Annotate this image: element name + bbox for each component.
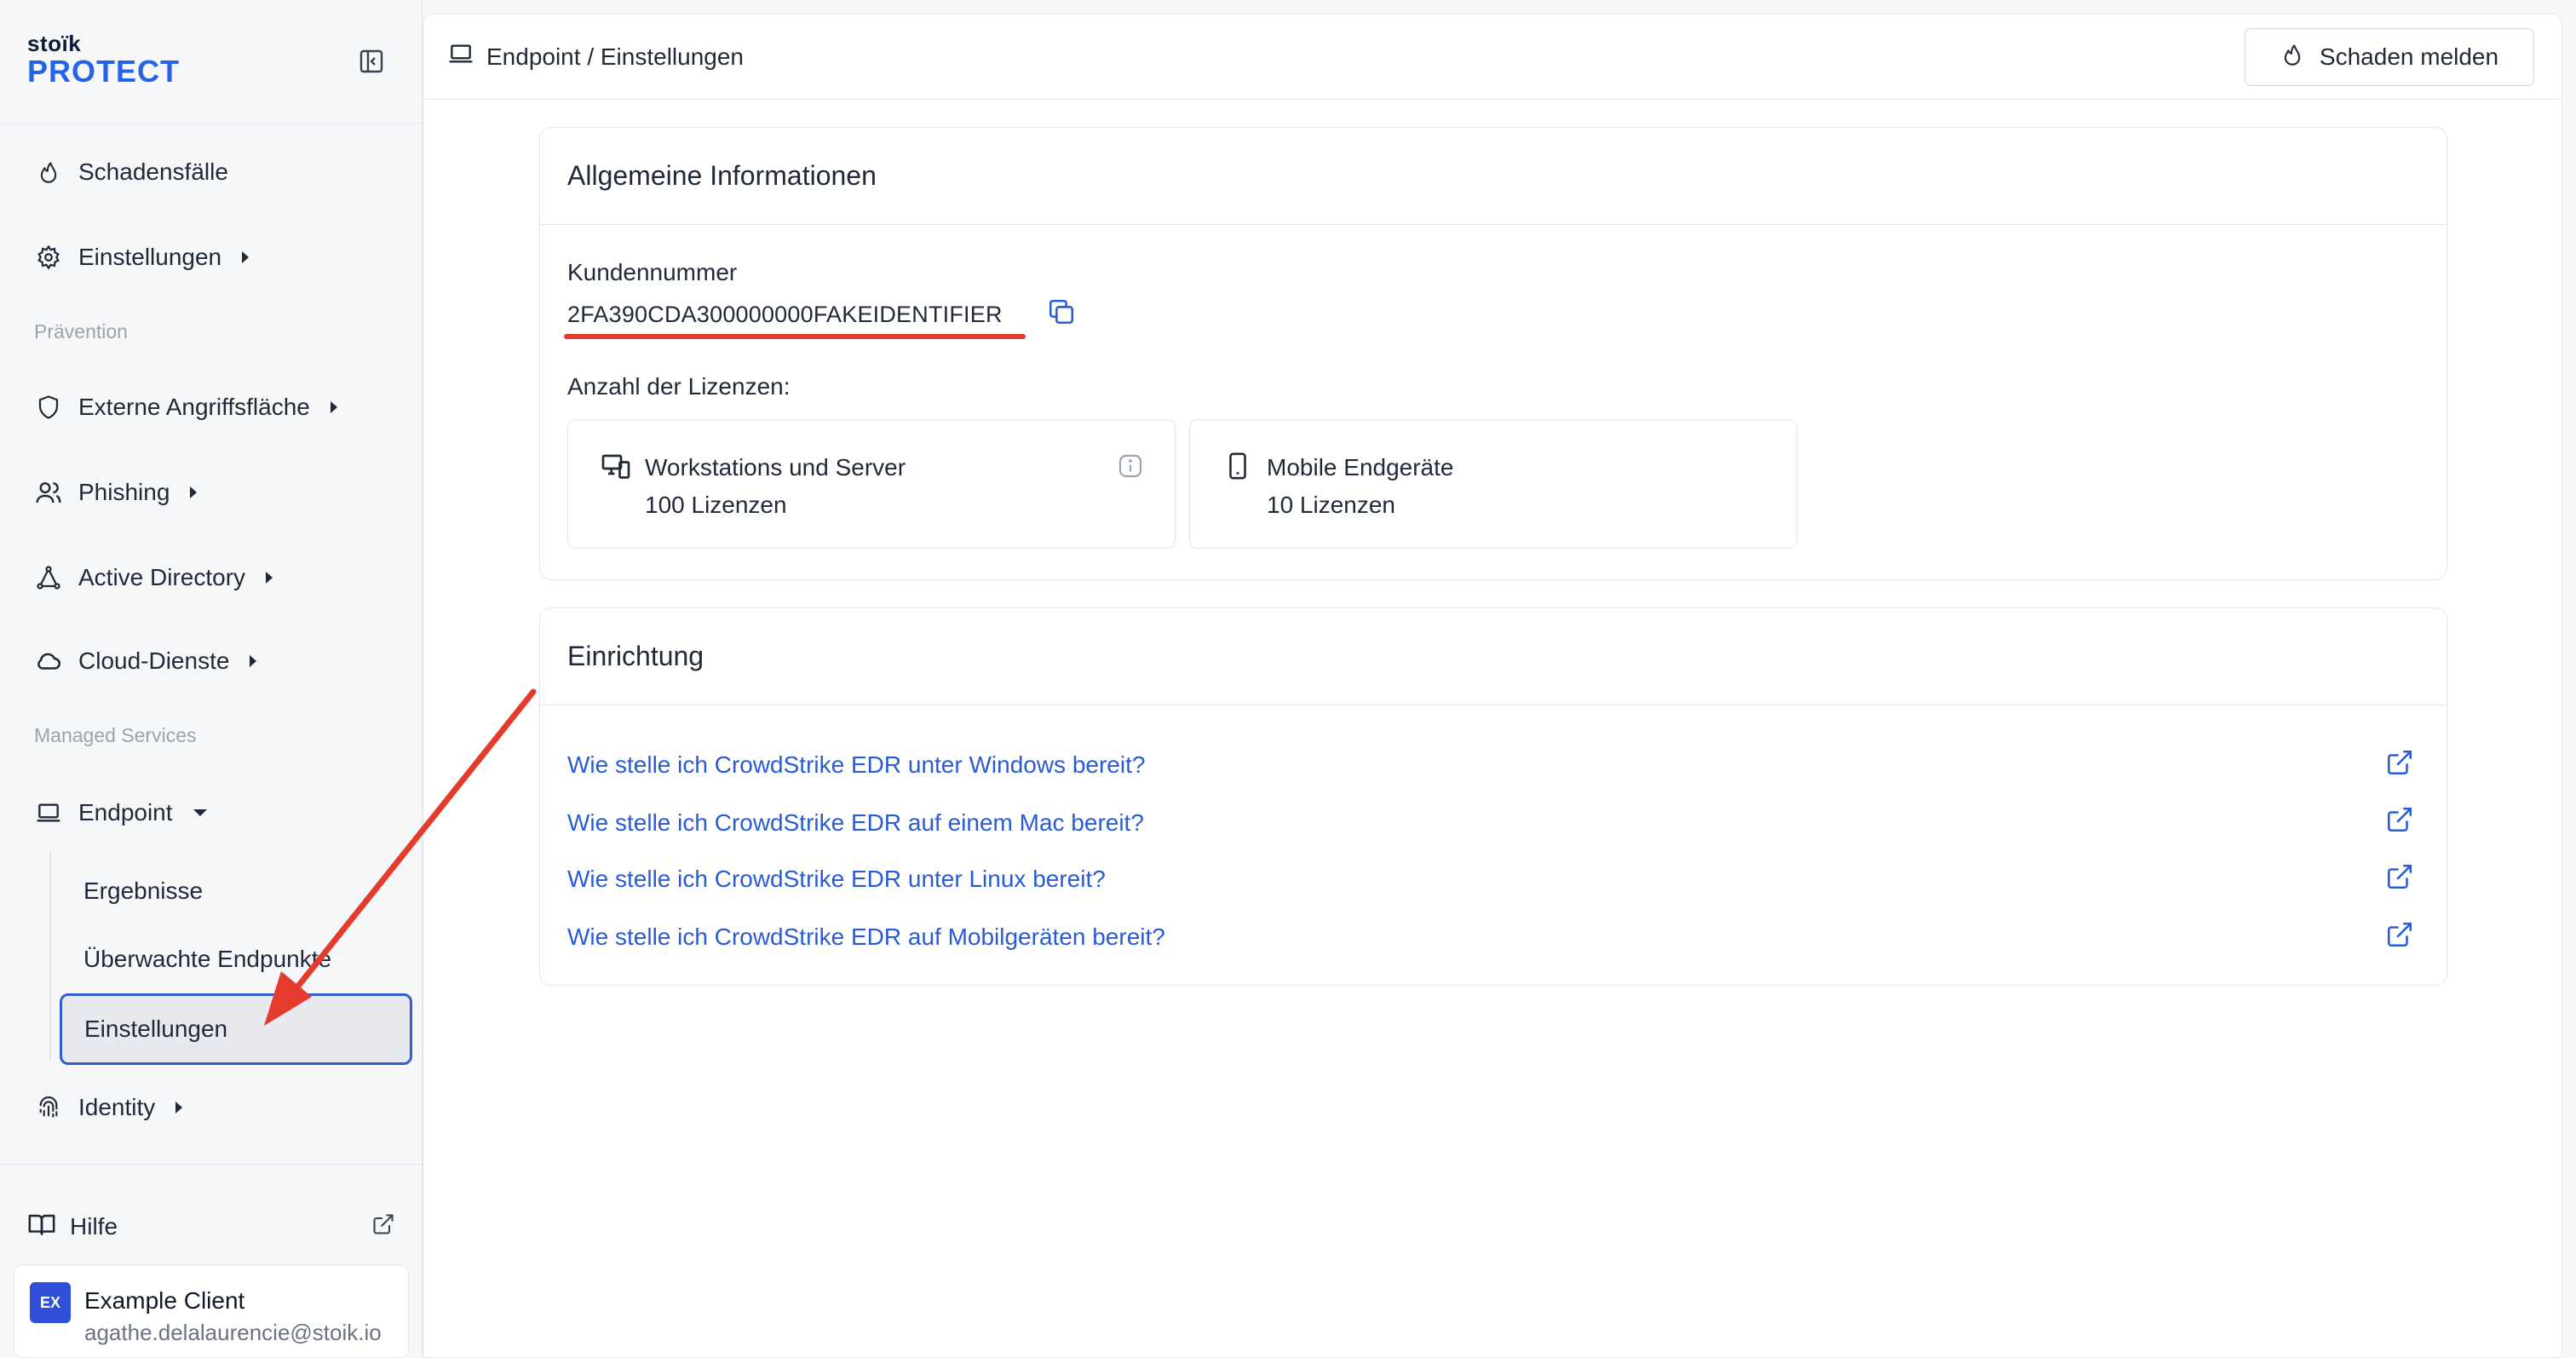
laptop-icon xyxy=(447,40,474,73)
sidebar-item-label: Cloud-Dienste xyxy=(78,647,230,674)
license-title: Mobile Endgeräte xyxy=(1267,454,1454,480)
setup-card: Einrichtung Wie stelle ich CrowdStrike E… xyxy=(539,607,2447,986)
external-link-icon[interactable] xyxy=(2383,746,2416,779)
cloud-icon xyxy=(34,647,63,676)
licenses-label: Anzahl der Lizenzen: xyxy=(567,373,791,400)
sidebar-item-externe-angriffsflaeche[interactable]: Externe Angriffsfläche xyxy=(34,382,337,433)
shield-icon xyxy=(34,393,63,422)
sidebar-item-label: Active Directory xyxy=(78,564,246,590)
users-icon xyxy=(34,478,63,507)
external-link-icon[interactable] xyxy=(2383,803,2416,836)
client-card[interactable]: EX Example Client agathe.delalaurencie@s… xyxy=(14,1264,409,1358)
sidebar-item-phishing[interactable]: Phishing xyxy=(34,467,198,518)
external-link-icon[interactable] xyxy=(2383,918,2416,951)
license-count: 100 Lizenzen xyxy=(645,492,787,518)
caret-right-icon xyxy=(190,486,198,498)
caret-right-icon xyxy=(242,251,250,263)
sidebar-item-active-directory[interactable]: Active Directory xyxy=(34,552,273,603)
book-icon xyxy=(27,1210,56,1245)
sidebar-item-label: Schadensfälle xyxy=(78,158,228,185)
submenu-line xyxy=(49,852,51,1062)
sidebar-subitem-ergebnisse[interactable]: Ergebnisse xyxy=(83,878,203,905)
sidebar-subitem-einstellungen[interactable]: Einstellungen xyxy=(60,993,412,1065)
breadcrumb: Endpoint / Einstellungen xyxy=(447,40,744,73)
caret-down-icon xyxy=(193,809,207,816)
logo-small-text: stoïk xyxy=(27,31,82,56)
setup-link-windows[interactable]: Wie stelle ich CrowdStrike EDR unter Win… xyxy=(567,751,1145,779)
caret-right-icon xyxy=(250,655,257,667)
sidebar-item-label: Endpoint xyxy=(78,799,173,826)
divider xyxy=(0,1164,423,1165)
section-label-managed-services: Managed Services xyxy=(34,724,197,746)
external-link-icon xyxy=(371,1212,395,1242)
annotation-underline xyxy=(564,334,1026,339)
sidebar-item-label: Externe Angriffsfläche xyxy=(78,394,310,420)
logo-big-text: PROTECT xyxy=(27,54,181,89)
sidebar: stoïk PROTECT Schadensfälle Einstellunge… xyxy=(0,0,423,1358)
card-title: Einrichtung xyxy=(540,608,2447,705)
license-title: Workstations und Server xyxy=(645,454,906,480)
license-box-workstations: Workstations und Server 100 Lizenzen xyxy=(567,419,1176,549)
sidebar-item-label: Identity xyxy=(78,1094,156,1120)
card-title: Allgemeine Informationen xyxy=(540,128,2447,225)
sidebar-item-schadensfaelle[interactable]: Schadensfälle xyxy=(34,147,228,198)
client-email: agathe.delalaurencie@stoik.io xyxy=(84,1320,382,1345)
customer-number-value: 2FA390CDA300000000FAKEIDENTIFIER xyxy=(567,302,1003,327)
setup-link-linux[interactable]: Wie stelle ich CrowdStrike EDR unter Lin… xyxy=(567,866,1106,893)
setup-link-mac[interactable]: Wie stelle ich CrowdStrike EDR auf einem… xyxy=(567,809,1144,837)
caret-right-icon xyxy=(175,1102,183,1113)
sidebar-item-identity[interactable]: Identity xyxy=(34,1082,183,1133)
laptop-icon xyxy=(34,798,63,827)
client-name: Example Client xyxy=(84,1287,245,1314)
gear-icon xyxy=(34,243,63,272)
devices-icon xyxy=(599,449,633,483)
license-count: 10 Lizenzen xyxy=(1267,492,1396,518)
flame-icon xyxy=(2280,43,2304,72)
copy-icon[interactable] xyxy=(1044,295,1078,329)
sidebar-subitem-ueberwachte-endpunkte[interactable]: Überwachte Endpunkte xyxy=(83,946,331,973)
sidebar-item-endpoint[interactable]: Endpoint xyxy=(34,787,207,838)
divider xyxy=(0,123,423,124)
help-label: Hilfe xyxy=(70,1213,118,1240)
customer-number-label: Kundennummer xyxy=(567,259,738,285)
smartphone-icon xyxy=(1221,449,1255,483)
network-icon xyxy=(34,563,63,592)
sidebar-collapse-icon[interactable] xyxy=(356,46,387,77)
breadcrumb-text: Endpoint / Einstellungen xyxy=(486,43,744,70)
setup-link-mobile[interactable]: Wie stelle ich CrowdStrike EDR auf Mobil… xyxy=(567,924,1165,951)
avatar: EX xyxy=(30,1282,71,1323)
sidebar-item-cloud-dienste[interactable]: Cloud-Dienste xyxy=(34,636,257,687)
sidebar-item-label: Einstellungen xyxy=(78,244,222,270)
section-label-praevention: Prävention xyxy=(34,320,128,342)
fingerprint-icon xyxy=(34,1093,63,1122)
external-link-icon[interactable] xyxy=(2383,860,2416,893)
flame-icon xyxy=(34,158,63,187)
report-damage-button[interactable]: Schaden melden xyxy=(2245,28,2534,86)
logo: stoïk PROTECT xyxy=(27,32,180,89)
main-panel: Endpoint / Einstellungen Schaden melden … xyxy=(423,14,2562,1358)
info-icon[interactable] xyxy=(1115,451,1146,481)
license-box-mobile: Mobile Endgeräte 10 Lizenzen xyxy=(1189,419,1797,549)
help-link[interactable]: Hilfe xyxy=(27,1201,395,1252)
report-damage-label: Schaden melden xyxy=(2319,43,2499,70)
sidebar-item-label: Phishing xyxy=(78,479,170,505)
sidebar-item-einstellungen[interactable]: Einstellungen xyxy=(34,232,250,283)
topbar: Endpoint / Einstellungen Schaden melden xyxy=(423,14,2562,100)
caret-right-icon xyxy=(330,401,337,413)
caret-right-icon xyxy=(266,572,273,584)
general-info-card: Allgemeine Informationen Kundennummer 2F… xyxy=(539,127,2447,580)
